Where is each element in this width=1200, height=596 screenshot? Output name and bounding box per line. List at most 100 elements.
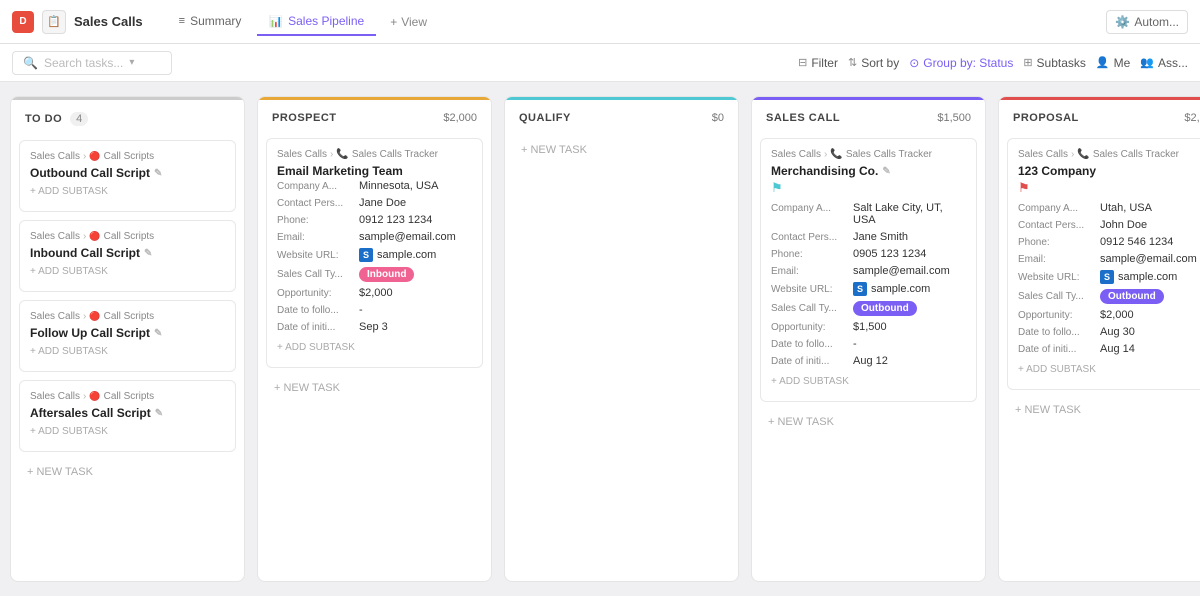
column-header-prospect: PROSPECT $2,000	[258, 97, 491, 134]
card-123-company[interactable]: Sales Calls › 📞 Sales Calls Tracker 123 …	[1007, 138, 1200, 390]
card-outbound-call-script[interactable]: Sales Calls › 🔴 Call Scripts Outbound Ca…	[19, 140, 236, 212]
card-title: Follow Up Call Script ✎	[30, 326, 225, 340]
add-subtask-btn[interactable]: + ADD SUBTASK	[30, 422, 225, 441]
edit-icon: ✎	[144, 248, 152, 259]
add-subtask-btn[interactable]: + ADD SUBTASK	[30, 262, 225, 281]
breadcrumb: Sales Calls › 📞 Sales Calls Tracker	[771, 149, 966, 160]
sort-button[interactable]: ⇅ Sort by	[848, 56, 899, 70]
page-icon: 📋	[42, 10, 66, 34]
card-aftersales-call-script[interactable]: Sales Calls › 🔴 Call Scripts Aftersales …	[19, 380, 236, 452]
me-button[interactable]: 👤 Me	[1096, 56, 1130, 70]
add-subtask-btn[interactable]: + ADD SUBTASK	[771, 372, 966, 391]
card-title: Outbound Call Script ✎	[30, 166, 225, 180]
add-subtask-btn[interactable]: + ADD SUBTASK	[1018, 360, 1200, 379]
new-task-btn-qualify[interactable]: + NEW TASK	[513, 138, 730, 162]
column-qualify: QUALIFY $0 + NEW TASK	[504, 96, 739, 582]
detail-row-date-follow: Date to follo... Aug 30	[1018, 326, 1200, 338]
column-header-todo: TO DO 4	[11, 97, 244, 136]
add-subtask-btn[interactable]: + ADD SUBTASK	[30, 342, 225, 361]
breadcrumb: Sales Calls › 📞 Sales Calls Tracker	[277, 149, 472, 160]
search-dropdown-icon: ▾	[129, 57, 134, 68]
card-title: Merchandising Co. ✎	[771, 164, 966, 178]
new-task-btn-todo[interactable]: + NEW TASK	[19, 460, 236, 484]
detail-row-company: Company A... Utah, USA	[1018, 202, 1200, 214]
col-amount-proposal: $2,000	[1184, 112, 1200, 124]
detail-row-contact: Contact Pers... John Doe	[1018, 219, 1200, 231]
breadcrumb: Sales Calls › 🔴 Call Scripts	[30, 151, 225, 162]
toolbar-right: ⊟ Filter ⇅ Sort by ⊙ Group by: Status ⊞ …	[798, 56, 1188, 70]
column-salescall: SALES CALL $1,500 Sales Calls › 📞 Sales …	[751, 96, 986, 582]
col-count-todo: 4	[70, 112, 88, 126]
col-title-salescall: SALES CALL	[766, 112, 840, 124]
detail-row-email: Email: sample@email.com	[277, 231, 472, 243]
me-icon: 👤	[1096, 56, 1110, 69]
column-proposal: PROPOSAL $2,000 Sales Calls › 📞 Sales Ca…	[998, 96, 1200, 582]
detail-row-opportunity: Opportunity: $2,000	[277, 287, 472, 299]
assign-button[interactable]: 👥 Ass...	[1140, 56, 1188, 70]
column-body-qualify: + NEW TASK	[505, 134, 738, 581]
col-title-prospect: PROSPECT	[272, 112, 337, 124]
card-inbound-call-script[interactable]: Sales Calls › 🔴 Call Scripts Inbound Cal…	[19, 220, 236, 292]
search-box[interactable]: 🔍 Search tasks... ▾	[12, 51, 172, 75]
detail-row-email: Email: sample@email.com	[771, 265, 966, 277]
tab-sales-pipeline[interactable]: 📊 Sales Pipeline	[257, 8, 376, 36]
detail-row-opportunity: Opportunity: $2,000	[1018, 309, 1200, 321]
new-task-btn-salescall[interactable]: + NEW TASK	[760, 410, 977, 434]
card-followup-call-script[interactable]: Sales Calls › 🔴 Call Scripts Follow Up C…	[19, 300, 236, 372]
detail-row-website: Website URL: S sample.com	[277, 248, 472, 262]
add-subtask-btn[interactable]: + ADD SUBTASK	[277, 338, 472, 357]
detail-row-date-init: Date of initi... Aug 12	[771, 355, 966, 367]
breadcrumb: Sales Calls › 🔴 Call Scripts	[30, 391, 225, 402]
column-header-qualify: QUALIFY $0	[505, 97, 738, 134]
col-title-proposal: PROPOSAL	[1013, 112, 1079, 124]
call-scripts-icon-1: 🔴	[89, 231, 100, 242]
assign-icon: 👥	[1140, 56, 1154, 69]
new-task-btn-proposal[interactable]: + NEW TASK	[1007, 398, 1200, 422]
top-bar: D 📋 Sales Calls ≡ Summary 📊 Sales Pipeli…	[0, 0, 1200, 44]
call-scripts-icon-3: 🔴	[89, 391, 100, 402]
add-subtask-btn[interactable]: + ADD SUBTASK	[30, 182, 225, 201]
call-scripts-icon-2: 🔴	[89, 311, 100, 322]
detail-row-contact: Contact Pers... Jane Smith	[771, 231, 966, 243]
detail-row-date-init: Date of initi... Aug 14	[1018, 343, 1200, 355]
badge-outbound: Outbound	[1100, 289, 1164, 304]
breadcrumb: Sales Calls › 📞 Sales Calls Tracker	[1018, 149, 1200, 160]
tab-add-view[interactable]: + View	[380, 9, 437, 35]
summary-icon: ≡	[179, 15, 185, 27]
top-bar-right: ⚙️ Autom...	[1106, 10, 1188, 34]
new-task-btn-prospect[interactable]: + NEW TASK	[266, 376, 483, 400]
detail-row-company: Company A... Salt Lake City, UT, USA	[771, 202, 966, 226]
page-title: Sales Calls	[74, 14, 143, 29]
filter-icon: ⊟	[798, 56, 807, 69]
column-header-proposal: PROPOSAL $2,000	[999, 97, 1200, 134]
card-title: Inbound Call Script ✎	[30, 246, 225, 260]
group-by-button[interactable]: ⊙ Group by: Status	[909, 56, 1013, 70]
column-prospect: PROSPECT $2,000 Sales Calls › 📞 Sales Ca…	[257, 96, 492, 582]
edit-icon: ✎	[155, 408, 163, 419]
detail-row-call-type: Sales Call Ty... Outbound	[771, 301, 966, 316]
badge-outbound: Outbound	[853, 301, 917, 316]
edit-icon: ✎	[882, 166, 890, 177]
detail-row-call-type: Sales Call Ty... Inbound	[277, 267, 472, 282]
automation-button[interactable]: ⚙️ Autom...	[1106, 10, 1188, 34]
filter-button[interactable]: ⊟ Filter	[798, 56, 838, 70]
s-logo-icon: S	[853, 282, 867, 296]
column-body-todo: Sales Calls › 🔴 Call Scripts Outbound Ca…	[11, 136, 244, 581]
sort-icon: ⇅	[848, 56, 857, 69]
search-icon: 🔍	[23, 56, 38, 70]
card-merchandising-co[interactable]: Sales Calls › 📞 Sales Calls Tracker Merc…	[760, 138, 977, 402]
detail-row-website: Website URL: S sample.com	[771, 282, 966, 296]
column-body-salescall: Sales Calls › 📞 Sales Calls Tracker Merc…	[752, 134, 985, 581]
subtasks-button[interactable]: ⊞ Subtasks	[1023, 56, 1086, 70]
detail-row-date-follow: Date to follo... -	[277, 304, 472, 316]
phone-icon: 📞	[830, 149, 842, 160]
website-value: S sample.com	[1100, 270, 1177, 284]
card-email-marketing-team[interactable]: Sales Calls › 📞 Sales Calls Tracker Emai…	[266, 138, 483, 368]
detail-row-date-init: Date of initi... Sep 3	[277, 321, 472, 333]
plus-icon: +	[390, 15, 397, 29]
column-body-prospect: Sales Calls › 📞 Sales Calls Tracker Emai…	[258, 134, 491, 581]
column-header-salescall: SALES CALL $1,500	[752, 97, 985, 134]
tab-summary[interactable]: ≡ Summary	[167, 8, 254, 36]
col-title-qualify: QUALIFY	[519, 112, 571, 124]
card-title: 123 Company	[1018, 164, 1200, 178]
